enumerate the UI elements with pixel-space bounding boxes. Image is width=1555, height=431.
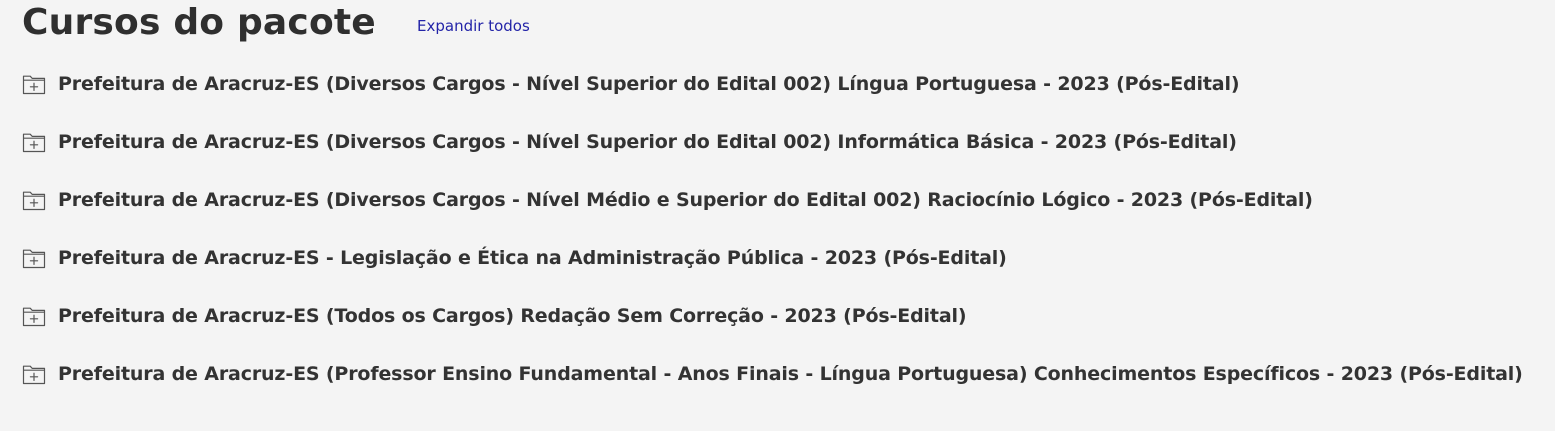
course-title[interactable]: Prefeitura de Aracruz-ES (Diversos Cargo… [58,130,1237,154]
course-title[interactable]: Prefeitura de Aracruz-ES (Diversos Cargo… [58,188,1313,212]
course-title[interactable]: Prefeitura de Aracruz-ES (Todos os Cargo… [58,304,967,328]
folder-plus-icon[interactable] [22,189,46,211]
course-item[interactable]: Prefeitura de Aracruz-ES (Diversos Cargo… [22,171,1542,229]
folder-plus-icon[interactable] [22,363,46,385]
course-item[interactable]: Prefeitura de Aracruz-ES (Diversos Cargo… [22,113,1542,171]
folder-plus-icon[interactable] [22,247,46,269]
course-item[interactable]: Prefeitura de Aracruz-ES (Todos os Cargo… [22,287,1542,345]
folder-plus-icon[interactable] [22,131,46,153]
course-item[interactable]: Prefeitura de Aracruz-ES (Diversos Cargo… [22,55,1542,113]
expand-all-link[interactable]: Expandir todos [417,16,530,36]
course-title[interactable]: Prefeitura de Aracruz-ES (Diversos Cargo… [58,72,1240,96]
course-item[interactable]: Prefeitura de Aracruz-ES - Legislação e … [22,229,1542,287]
folder-plus-icon[interactable] [22,73,46,95]
course-item[interactable]: Prefeitura de Aracruz-ES (Professor Ensi… [22,345,1542,403]
course-title[interactable]: Prefeitura de Aracruz-ES (Professor Ensi… [58,362,1523,386]
folder-plus-icon[interactable] [22,305,46,327]
course-list: Prefeitura de Aracruz-ES (Diversos Cargo… [22,55,1542,403]
section-header: Cursos do pacote Expandir todos [22,0,1522,50]
page-title: Cursos do pacote [22,2,376,43]
course-title[interactable]: Prefeitura de Aracruz-ES - Legislação e … [58,246,1007,270]
